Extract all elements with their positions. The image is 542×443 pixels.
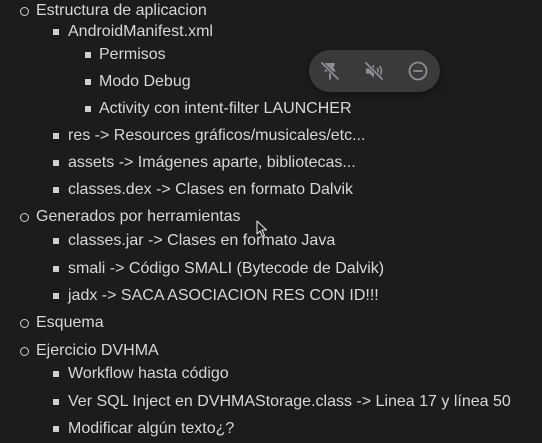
list-item[interactable]: Esquema	[0, 312, 542, 334]
square-bullet-icon	[53, 293, 59, 299]
list-item-text: Workflow hasta código	[68, 365, 229, 382]
list-item[interactable]: Workflow hasta código	[0, 363, 542, 385]
square-bullet-icon	[53, 133, 59, 139]
list-item[interactable]: classes.dex -> Clases en formato Dalvik	[0, 179, 542, 201]
list-item-text: Generados por herramientas	[36, 208, 241, 225]
square-bullet-icon	[53, 426, 59, 432]
square-bullet-icon	[85, 79, 91, 85]
list-item-text: Ejercicio DVHMA	[36, 342, 159, 359]
list-item-text: assets -> Imágenes aparte, bibliotecas..…	[68, 154, 356, 171]
pin-off-icon[interactable]	[318, 59, 342, 83]
square-bullet-icon	[85, 106, 91, 112]
list-item-text: Permisos	[99, 46, 166, 63]
list-item-text: classes.dex -> Clases en formato Dalvik	[68, 181, 353, 198]
square-bullet-icon	[53, 399, 59, 405]
square-bullet-icon	[53, 29, 59, 35]
list-item-text: AndroidManifest.xml	[68, 23, 213, 40]
square-bullet-icon	[53, 266, 59, 272]
list-item-text: smali -> Código SMALI (Bytecode de Dalvi…	[68, 260, 385, 277]
list-item-text: res -> Resources gráficos/musicales/etc.…	[68, 127, 366, 144]
list-item[interactable]: Modo Debug	[0, 71, 542, 93]
hollow-bullet-icon	[20, 347, 29, 356]
mouse-cursor-icon	[256, 220, 268, 238]
list-item-text: Modificar algún texto¿?	[68, 420, 235, 437]
list-item-text: Estructura de aplicacion	[36, 2, 207, 19]
square-bullet-icon	[53, 371, 59, 377]
list-item[interactable]: Modificar algún texto¿?	[0, 418, 542, 440]
list-item-text: Activity con intent-filter LAUNCHER	[99, 100, 352, 117]
list-item[interactable]: Ejercicio DVHMA	[0, 340, 542, 362]
list-item[interactable]: Estructura de aplicacion	[0, 0, 542, 22]
media-control-pill	[309, 50, 440, 92]
hollow-bullet-icon	[20, 319, 29, 328]
list-item[interactable]: Generados por herramientas	[0, 206, 542, 228]
list-item-text: Ver SQL Inject en DVHMAStorage.class -> …	[68, 393, 511, 410]
speaker-muted-icon[interactable]	[362, 59, 386, 83]
list-item[interactable]: Activity con intent-filter LAUNCHER	[0, 98, 542, 120]
square-bullet-icon	[85, 52, 91, 58]
square-bullet-icon	[53, 160, 59, 166]
hollow-bullet-icon	[20, 213, 29, 222]
square-bullet-icon	[53, 238, 59, 244]
list-item[interactable]: Permisos	[0, 44, 542, 66]
hollow-bullet-icon	[20, 7, 29, 16]
list-item-text: Modo Debug	[99, 73, 191, 90]
minus-circle-icon[interactable]	[406, 59, 430, 83]
list-item[interactable]: assets -> Imágenes aparte, bibliotecas..…	[0, 152, 542, 174]
list-item[interactable]: jadx -> SACA ASOCIACION RES CON ID!!!	[0, 285, 542, 307]
square-bullet-icon	[53, 187, 59, 193]
list-item[interactable]: AndroidManifest.xml	[0, 21, 542, 43]
list-item-text: classes.jar -> Clases en formato Java	[68, 232, 336, 249]
list-item[interactable]: smali -> Código SMALI (Bytecode de Dalvi…	[0, 258, 542, 280]
list-item-text: Esquema	[36, 314, 104, 331]
outline-list: Estructura de aplicacion AndroidManifest…	[0, 0, 542, 443]
list-item-text: jadx -> SACA ASOCIACION RES CON ID!!!	[68, 287, 379, 304]
list-item[interactable]: classes.jar -> Clases en formato Java	[0, 230, 542, 252]
list-item[interactable]: Ver SQL Inject en DVHMAStorage.class -> …	[0, 391, 542, 413]
list-item[interactable]: res -> Resources gráficos/musicales/etc.…	[0, 125, 542, 147]
